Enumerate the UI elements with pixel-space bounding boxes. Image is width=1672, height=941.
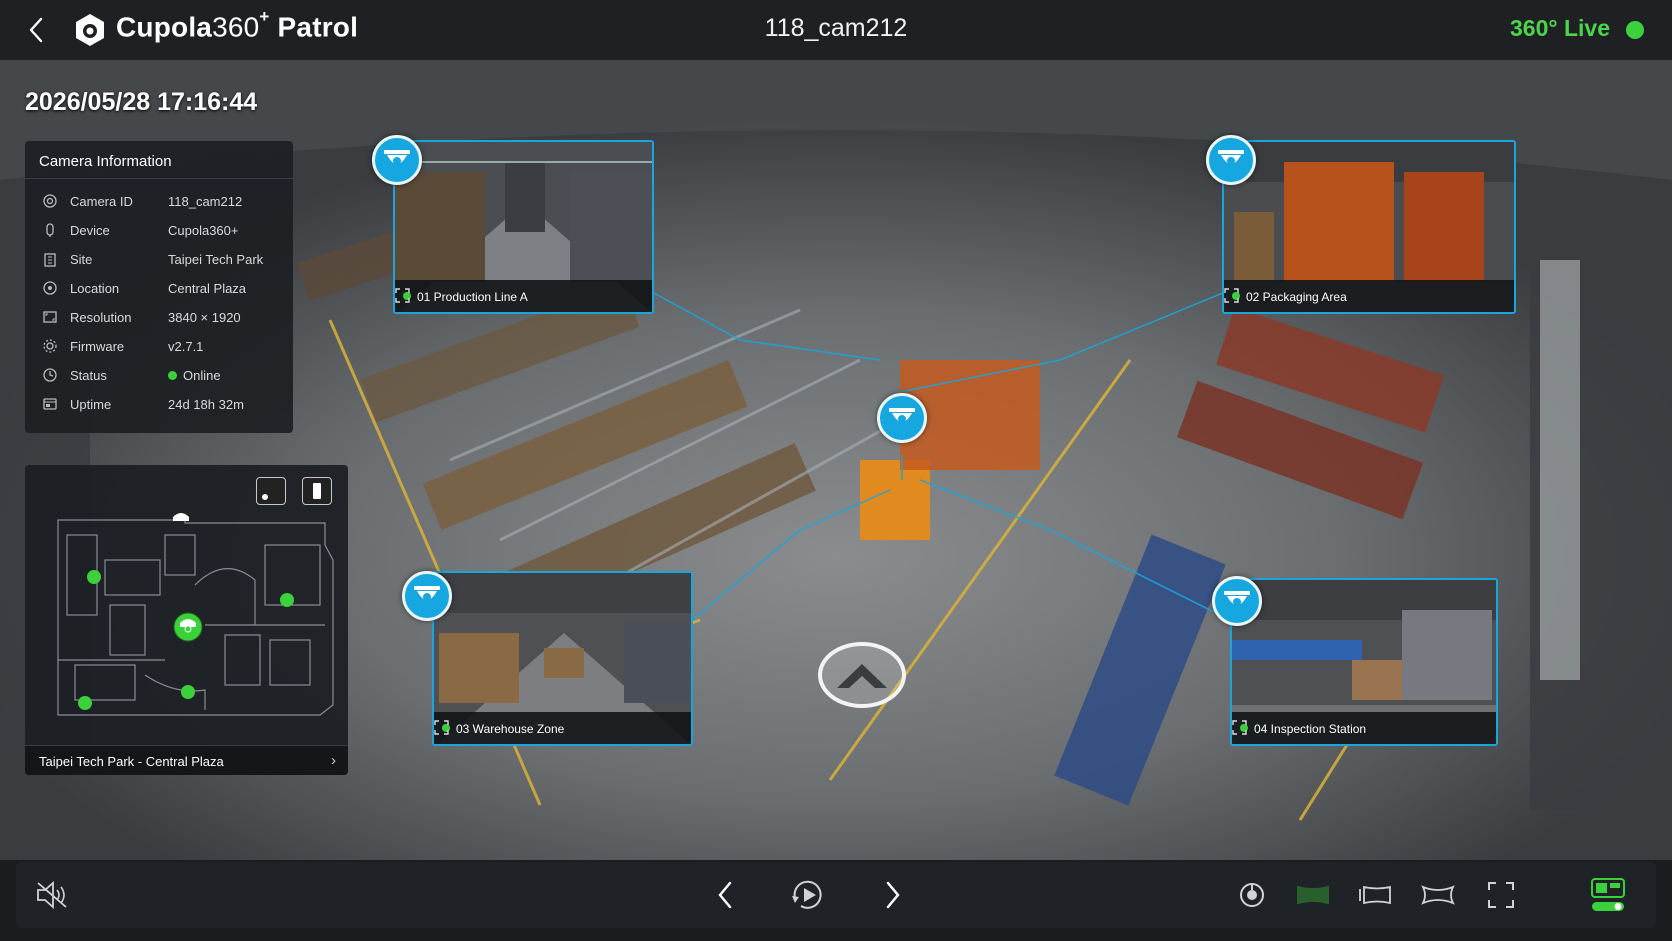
preview-label-bar: 03 Warehouse Zone (434, 712, 691, 744)
layout-toggle-icon (1591, 878, 1625, 911)
dome-camera-icon (384, 150, 410, 165)
expand-icon[interactable] (395, 288, 410, 303)
online-status-dot (168, 370, 177, 380)
map-camera-marker[interactable] (78, 696, 92, 710)
app-title: Cupola360+ Patrol (116, 7, 359, 43)
live-indicator-label: 360° Live (1510, 15, 1610, 41)
chevron-right-icon: › (331, 752, 336, 769)
chevron-up-icon (837, 664, 887, 688)
view-mode-fisheye-icon (1421, 885, 1455, 905)
view-mode-flat-button[interactable] (1291, 874, 1335, 916)
app-logo-icon (76, 14, 104, 46)
preview-label-bar: 01 Production Line A (395, 280, 652, 312)
camera-pin-inspection-station[interactable] (1212, 576, 1262, 626)
snapshot-icon (1240, 883, 1264, 907)
next-icon (886, 881, 900, 909)
view-mode-flat-icon (1297, 885, 1329, 905)
status-icon (43, 368, 57, 382)
map-camera-marker[interactable] (87, 570, 101, 584)
floor-map-panel[interactable]: Taipei Tech Park - Central Plaza › (25, 465, 348, 775)
resolution-icon (43, 311, 57, 323)
view-mode-fisheye-button[interactable] (1416, 874, 1460, 916)
dome-camera-icon (1218, 150, 1244, 165)
preview-card-warehouse-zone[interactable]: 03 Warehouse Zone (432, 571, 693, 746)
back-button[interactable] (18, 12, 54, 48)
firmware-icon (43, 339, 57, 353)
mute-button[interactable] (30, 874, 74, 916)
camera-pin-production-line-a[interactable] (372, 135, 422, 185)
dome-camera-icon (889, 408, 915, 423)
info-row-firmware: Firmware v2.7.1 (25, 335, 293, 357)
uptime-icon (43, 398, 57, 410)
fullscreen-icon (1488, 882, 1514, 908)
previous-icon (718, 881, 732, 909)
info-row-resolution: Resolution 3840 × 1920 (25, 306, 293, 328)
layout-toggle-button[interactable] (1586, 874, 1630, 916)
autoplay-button[interactable] (786, 874, 830, 916)
camera-info-title: Camera Information (25, 141, 293, 179)
dome-camera-icon (1224, 591, 1250, 606)
expand-icon[interactable] (434, 720, 449, 735)
device-icon (46, 223, 54, 237)
fullscreen-button[interactable] (1479, 874, 1523, 916)
expand-icon[interactable] (1232, 720, 1247, 735)
snapshot-button[interactable] (1230, 874, 1274, 916)
autoplay-icon (792, 880, 822, 909)
info-row-status: Status Online (25, 364, 293, 386)
live-status-dot (1626, 21, 1644, 39)
camera-pin-packaging-area[interactable] (1206, 135, 1256, 185)
move-forward-button[interactable] (818, 642, 906, 708)
timestamp: 2026/05/28 17:16:44 (25, 88, 258, 116)
site-icon (44, 253, 56, 267)
map-camera-marker[interactable] (280, 593, 294, 607)
previous-button[interactable] (703, 874, 747, 916)
info-row-uptime: Uptime 24d 18h 32m (25, 393, 293, 415)
preview-card-inspection-station[interactable]: 04 Inspection Station (1230, 578, 1498, 746)
chevron-left-icon (29, 17, 43, 43)
next-button[interactable] (871, 874, 915, 916)
map-location-link[interactable]: Taipei Tech Park - Central Plaza › (25, 745, 348, 775)
dome-camera-icon (414, 586, 440, 601)
expand-icon[interactable] (1224, 288, 1239, 303)
location-icon (43, 281, 57, 295)
preview-label-bar: 02 Packaging Area (1224, 280, 1514, 312)
map-camera-marker[interactable] (181, 685, 195, 699)
camera-pin-warehouse-zone[interactable] (402, 571, 452, 621)
top-bar: Cupola360+ Patrol 118_cam212 360° Live (0, 0, 1672, 60)
camera-id-icon (43, 194, 57, 208)
info-row-device: Device Cupola360+ (25, 219, 293, 241)
mute-icon (37, 881, 67, 909)
view-mode-panorama-icon (1359, 885, 1391, 905)
preview-card-production-line-a[interactable]: 01 Production Line A (393, 140, 654, 314)
view-mode-panorama-button[interactable] (1353, 874, 1397, 916)
info-row-camera-id: Camera ID 118_cam212 (25, 190, 293, 212)
floor-plan-image (57, 513, 334, 716)
status-value: Online (168, 368, 221, 383)
map-north-marker-icon (173, 513, 189, 521)
camera-info-panel: Camera Information Camera ID 118_cam212 … (25, 141, 293, 433)
bottom-toolbar (16, 862, 1656, 928)
preview-label-bar: 04 Inspection Station (1232, 712, 1496, 744)
camera-pin-current[interactable] (877, 393, 927, 443)
info-row-site: Site Taipei Tech Park (25, 248, 293, 270)
info-row-location: Location Central Plaza (25, 277, 293, 299)
preview-card-packaging-area[interactable]: 02 Packaging Area (1222, 140, 1516, 314)
